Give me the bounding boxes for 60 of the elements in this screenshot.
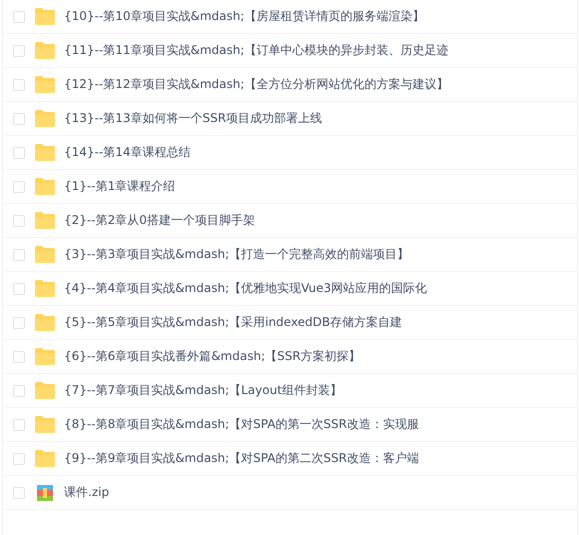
checkbox[interactable]: [13, 384, 25, 396]
file-name[interactable]: {5}--第5章项目实战&mdash;【采用indexedDB存储方案自建: [64, 314, 402, 331]
checkbox[interactable]: [13, 44, 25, 56]
file-name[interactable]: {11}--第11章项目实战&mdash;【订单中心模块的异步封装、历史足迹: [64, 42, 448, 59]
checkbox[interactable]: [13, 248, 25, 260]
file-row[interactable]: {13}--第13章如何将一个SSR项目成功部署上线: [3, 102, 577, 136]
checkbox[interactable]: [13, 452, 25, 464]
file-row[interactable]: 课件.zip: [3, 476, 577, 510]
folder-icon: [35, 280, 55, 297]
file-row[interactable]: {12}--第12章项目实战&mdash;【全方位分析网站优化的方案与建议】: [3, 68, 577, 102]
folder-icon: [35, 76, 55, 93]
folder-icon: [35, 416, 55, 433]
file-row[interactable]: {9}--第9章项目实战&mdash;【对SPA的第二次SSR改造：客户端: [3, 442, 577, 476]
file-name[interactable]: {3}--第3章项目实战&mdash;【打造一个完整高效的前端项目】: [64, 246, 410, 263]
checkbox[interactable]: [13, 350, 25, 362]
file-name[interactable]: {4}--第4章项目实战&mdash;【优雅地实现Vue3网站应用的国际化: [64, 280, 428, 297]
file-row[interactable]: {14}--第14章课程总结: [3, 136, 577, 170]
file-row[interactable]: {5}--第5章项目实战&mdash;【采用indexedDB存储方案自建: [3, 306, 577, 340]
file-row[interactable]: {4}--第4章项目实战&mdash;【优雅地实现Vue3网站应用的国际化: [3, 272, 577, 306]
file-row[interactable]: {3}--第3章项目实战&mdash;【打造一个完整高效的前端项目】: [3, 238, 577, 272]
folder-icon: [35, 348, 55, 365]
file-name[interactable]: {13}--第13章如何将一个SSR项目成功部署上线: [64, 110, 322, 127]
folder-icon: [35, 144, 55, 161]
file-name[interactable]: 课件.zip: [64, 484, 110, 501]
folder-icon: [35, 42, 55, 59]
checkbox[interactable]: [13, 214, 25, 226]
folder-icon: [35, 246, 55, 263]
folder-icon: [35, 314, 55, 331]
file-name[interactable]: {14}--第14章课程总结: [64, 144, 190, 161]
file-name[interactable]: {10}--第10章项目实战&mdash;【房屋租赁详情页的服务端渲染】: [64, 8, 424, 25]
checkbox[interactable]: [13, 112, 25, 124]
file-name[interactable]: {9}--第9章项目实战&mdash;【对SPA的第二次SSR改造：客户端: [64, 450, 419, 467]
file-row[interactable]: {11}--第11章项目实战&mdash;【订单中心模块的异步封装、历史足迹: [3, 34, 577, 68]
file-row[interactable]: {2}--第2章从0搭建一个项目脚手架: [3, 204, 577, 238]
checkbox[interactable]: [13, 180, 25, 192]
checkbox[interactable]: [13, 282, 25, 294]
checkbox[interactable]: [13, 486, 25, 498]
checkbox[interactable]: [13, 316, 25, 328]
file-name[interactable]: {1}--第1章课程介绍: [64, 178, 176, 195]
file-row[interactable]: {10}--第10章项目实战&mdash;【房屋租赁详情页的服务端渲染】: [3, 0, 577, 34]
file-name[interactable]: {7}--第7章项目实战&mdash;【Layout组件封装】: [64, 382, 342, 399]
checkbox[interactable]: [13, 78, 25, 90]
archive-icon: [37, 484, 53, 500]
folder-icon: [35, 450, 55, 467]
file-row[interactable]: {1}--第1章课程介绍: [3, 170, 577, 204]
file-row[interactable]: {7}--第7章项目实战&mdash;【Layout组件封装】: [3, 374, 577, 408]
file-name[interactable]: {6}--第6章项目实战番外篇&mdash;【SSR方案初探】: [64, 348, 361, 365]
file-row[interactable]: {8}--第8章项目实战&mdash;【对SPA的第一次SSR改造：实现服: [3, 408, 577, 442]
file-row[interactable]: {6}--第6章项目实战番外篇&mdash;【SSR方案初探】: [3, 340, 577, 374]
folder-icon: [35, 8, 55, 25]
folder-icon: [35, 110, 55, 127]
checkbox[interactable]: [13, 418, 25, 430]
checkbox[interactable]: [13, 146, 25, 158]
checkbox[interactable]: [13, 10, 25, 22]
folder-icon: [35, 212, 55, 229]
file-name[interactable]: {2}--第2章从0搭建一个项目脚手架: [64, 212, 255, 229]
file-name[interactable]: {8}--第8章项目实战&mdash;【对SPA的第一次SSR改造：实现服: [64, 416, 419, 433]
file-name[interactable]: {12}--第12章项目实战&mdash;【全方位分析网站优化的方案与建议】: [64, 76, 448, 93]
folder-icon: [35, 178, 55, 195]
folder-icon: [35, 382, 55, 399]
